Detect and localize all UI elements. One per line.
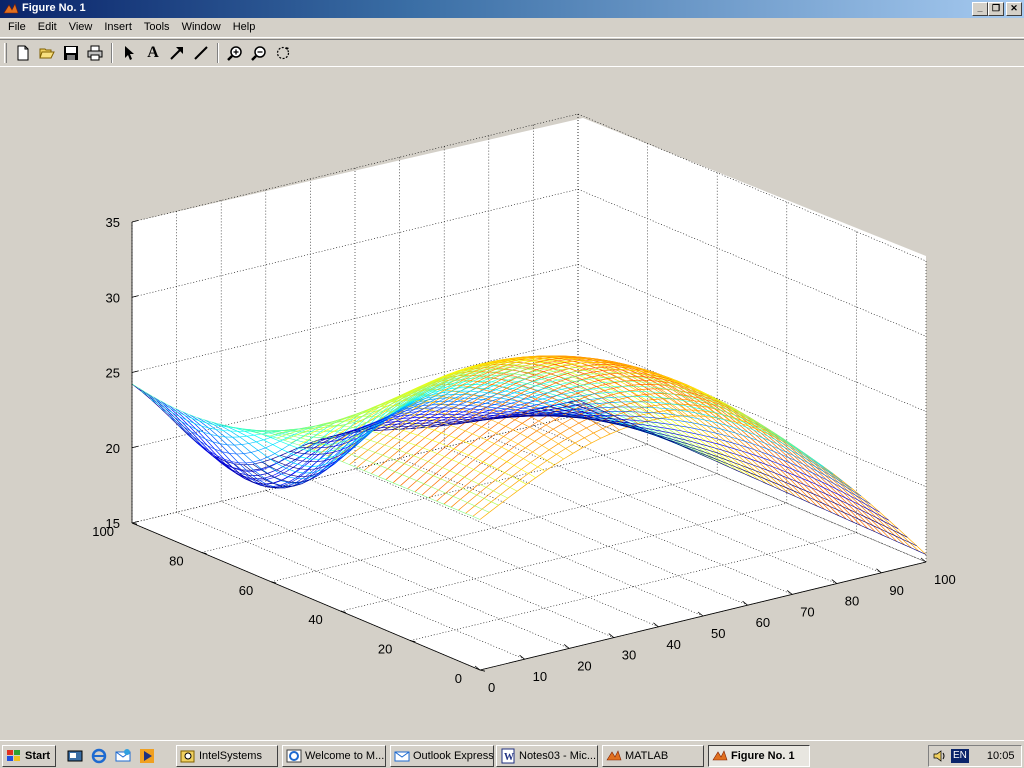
matlab-icon [712,750,728,761]
y-tick-label: 20 [378,642,392,657]
svg-text:W: W [504,752,514,763]
z-tick-label: 25 [106,366,120,381]
figure-toolbar: A [0,39,1024,67]
figure-canvas[interactable]: 15 20 25 30 35 0 20 40 60 80 100 0 10 20 30 40 50 60 70 80 9… [0,68,1024,740]
new-file-button[interactable] [11,42,35,64]
internet-explorer-icon[interactable] [88,746,110,766]
outlook-icon[interactable] [112,746,134,766]
x-tick-label: 40 [666,637,680,652]
start-label: Start [25,750,51,762]
volume-icon[interactable] [933,749,947,763]
z-tick-label: 30 [106,290,120,305]
task-matlab[interactable]: MATLAB [602,745,704,767]
edit-plot-button[interactable] [117,42,141,64]
system-tray: EN 10:05 [928,745,1022,767]
zoom-in-icon [227,46,242,61]
z-tick-label: 20 [106,441,120,456]
edit-arrow-icon [125,46,134,60]
taskbar: Start IntelSystems Welcome to M... Outlo… [0,740,1024,768]
insert-line-icon [194,46,208,60]
x-tick-label: 20 [577,658,591,673]
y-tick-label: 100 [92,524,114,539]
task-figure-no-1[interactable]: Figure No. 1 [708,745,810,767]
task-outlook-express[interactable]: Outlook Express [390,745,494,767]
search-folder-icon [180,750,195,763]
task-label: MATLAB [625,750,669,762]
insert-arrow-icon [170,47,183,60]
menu-help[interactable]: Help [227,18,262,37]
close-button[interactable]: ✕ [1006,2,1022,16]
x-tick-label: 50 [711,626,725,641]
rotate-3d-button[interactable] [271,42,295,64]
insert-arrow-button[interactable] [165,42,189,64]
y-tick-label: 40 [308,612,322,627]
task-label: Welcome to M... [305,750,385,762]
media-player-icon[interactable] [136,746,158,766]
x-tick-label: 30 [622,648,636,663]
task-label: IntelSystems [199,750,262,762]
language-indicator[interactable]: EN [951,749,969,763]
matlab-logo-icon [3,3,19,14]
word-icon: W [501,748,515,764]
x-tick-label: 0 [488,680,495,695]
save-icon [64,46,78,60]
x-tick-label: 60 [756,615,770,630]
insert-text-button[interactable]: A [141,42,165,64]
restore-button[interactable]: ❐ [988,2,1004,16]
zoom-in-button[interactable] [223,42,247,64]
show-desktop-icon[interactable] [64,746,86,766]
x-tick-label: 90 [889,583,903,598]
insert-text-icon: A [147,44,159,61]
start-button[interactable]: Start [2,745,56,767]
z-tick-label: 35 [106,215,120,230]
print-button[interactable] [83,42,107,64]
window-titlebar[interactable]: Figure No. 1 _ ❐ ✕ [0,0,1024,18]
task-intelsystems[interactable]: IntelSystems [176,745,278,767]
internet-explorer-icon [286,749,302,763]
y-tick-label: 60 [239,583,253,598]
task-label: Notes03 - Mic... [519,750,597,762]
open-button[interactable] [35,42,59,64]
y-tick-mark [479,669,486,672]
task-notes03[interactable]: W Notes03 - Mic... [496,745,598,767]
windows-logo-icon [7,750,20,761]
x-tick-label: 10 [533,669,547,684]
rotate-3d-icon [276,46,290,60]
task-label: Figure No. 1 [731,750,795,762]
menu-tools[interactable]: Tools [138,18,176,37]
toolbar-separator [217,43,219,63]
task-label: Outlook Express [413,750,494,762]
menu-file[interactable]: File [2,18,32,37]
outlook-icon [394,751,410,762]
y-tick-label: 80 [169,553,183,568]
mesh-plot[interactable]: 1520253035020406080100010203040506070809… [0,68,1024,740]
menu-window[interactable]: Window [176,18,227,37]
x-tick-label: 70 [800,604,814,619]
x-tick-label: 100 [934,572,956,587]
new-file-icon [17,45,29,61]
clock: 10:05 [986,750,1015,762]
zoom-out-icon [251,46,266,61]
print-icon [87,45,103,61]
menu-view[interactable]: View [63,18,99,37]
menu-bar: File Edit View Insert Tools Window Help [0,18,1024,38]
open-folder-icon [39,48,55,59]
window-title: Figure No. 1 [22,2,86,14]
x-tick-label: 80 [845,594,859,609]
menu-insert[interactable]: Insert [98,18,138,37]
save-button[interactable] [59,42,83,64]
y-tick-label: 0 [455,671,462,686]
task-welcome[interactable]: Welcome to M... [282,745,386,767]
toolbar-grip[interactable] [4,43,7,63]
menu-edit[interactable]: Edit [32,18,63,37]
quick-launch [64,746,158,766]
window-controls: _ ❐ ✕ [972,2,1022,16]
insert-line-button[interactable] [189,42,213,64]
toolbar-separator [111,43,113,63]
minimize-button[interactable]: _ [972,2,988,16]
zoom-out-button[interactable] [247,42,271,64]
matlab-icon [606,750,622,761]
